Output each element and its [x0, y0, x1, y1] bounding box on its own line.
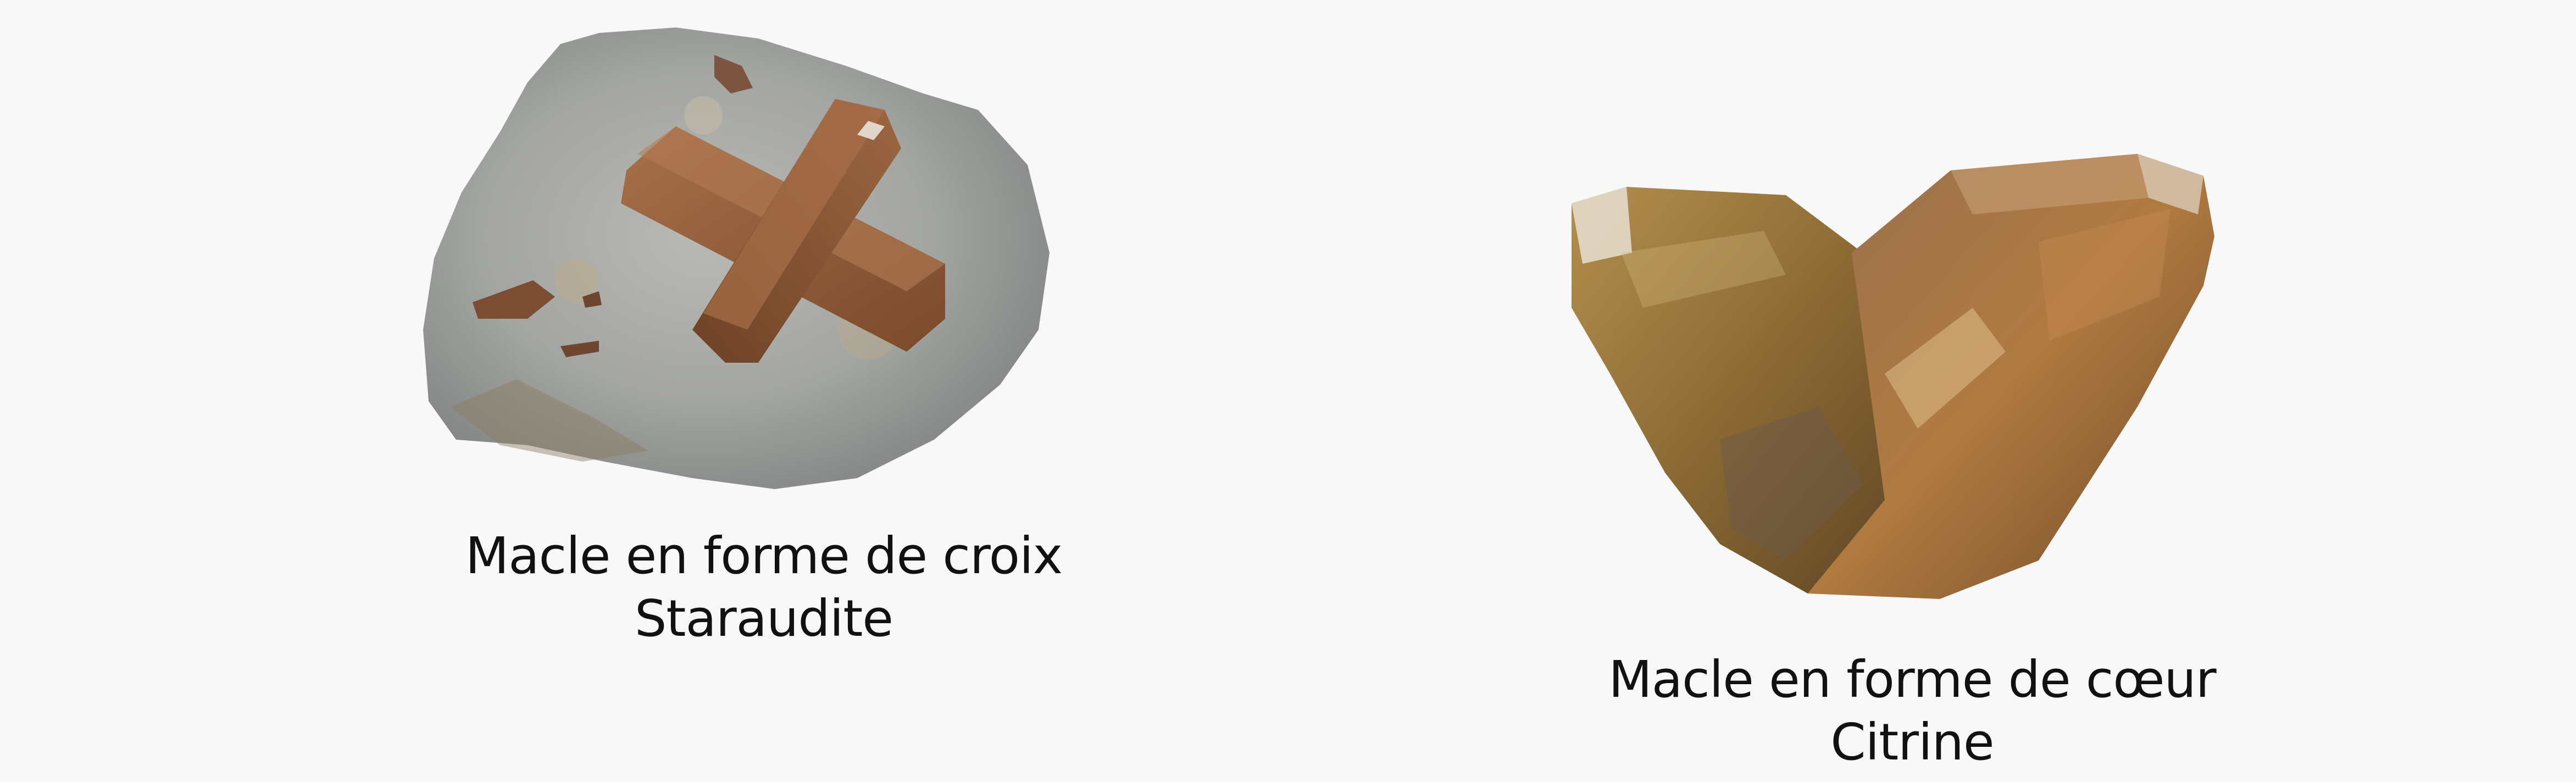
cross-twin-caption: Macle en forme de croix Staraudite — [429, 525, 1099, 650]
heart-twin-title: Macle en forme de cœur — [1608, 650, 2216, 709]
citrine-heart-twin-image — [1572, 154, 2214, 599]
heart-twin-mineral: Citrine — [1830, 713, 1994, 772]
staurolite-cross-twin-image — [423, 27, 1050, 489]
cross-twin-mineral: Staraudite — [635, 589, 893, 648]
cross-twin-title: Macle en forme de croix — [465, 526, 1063, 585]
heart-twin-caption: Macle en forme de cœur Citrine — [1572, 648, 2253, 774]
